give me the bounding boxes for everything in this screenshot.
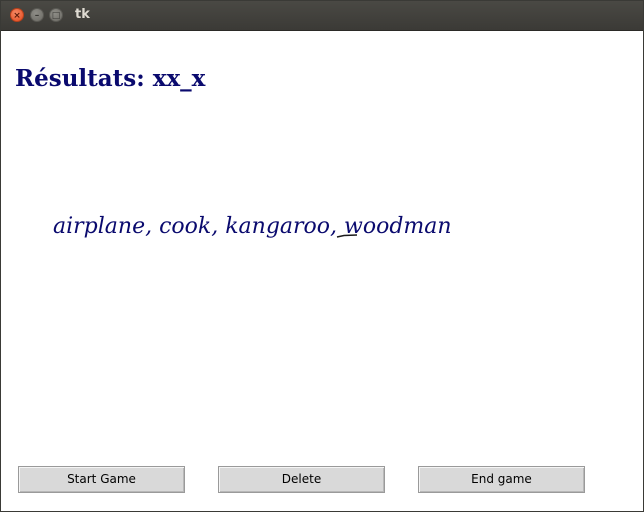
start-game-button[interactable]: Start Game bbox=[18, 466, 185, 493]
minimize-icon[interactable]: – bbox=[30, 8, 44, 22]
end-game-button[interactable]: End game bbox=[418, 466, 585, 493]
delete-button[interactable]: Delete bbox=[218, 466, 385, 493]
close-icon[interactable]: × bbox=[10, 8, 24, 22]
word-list-text: airplane, cook, kangaroo, woodman bbox=[53, 214, 452, 239]
app-window: × – □ tk Résultats: xx_x airplane, cook,… bbox=[0, 0, 644, 512]
maximize-icon[interactable]: □ bbox=[49, 8, 63, 22]
drawn-stroke-mark bbox=[336, 234, 358, 238]
results-label: Résultats: xx_x bbox=[15, 65, 206, 92]
window-title: tk bbox=[75, 7, 90, 22]
title-bar[interactable]: × – □ tk bbox=[1, 1, 643, 31]
